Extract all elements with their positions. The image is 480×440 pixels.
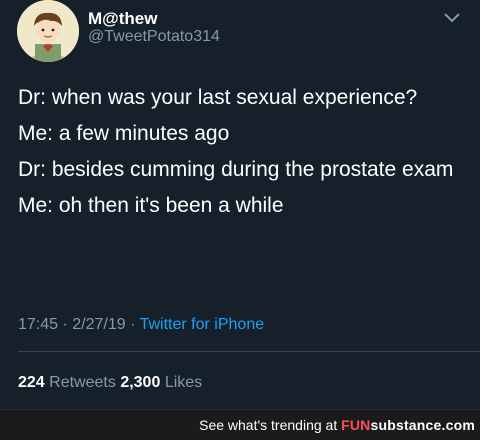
retweets-stat[interactable]: 224 Retweets bbox=[18, 374, 120, 391]
tweet-card: M@thew @TweetPotato314 Dr: when was your… bbox=[0, 0, 480, 410]
tweet-line: Me: oh then it's been a while bbox=[18, 194, 284, 217]
tweet-source-link[interactable]: Twitter for iPhone bbox=[140, 316, 265, 333]
watermark-label: See what's trending at bbox=[199, 417, 338, 433]
tweet-meta: 17:45 · 2/27/19 · Twitter for iPhone bbox=[18, 316, 264, 334]
user-handle[interactable]: @TweetPotato314 bbox=[88, 28, 220, 46]
tweet-time[interactable]: 17:45 bbox=[18, 316, 58, 333]
display-name[interactable]: M@thew bbox=[88, 9, 157, 29]
engagement-stats: 224 Retweets 2,300 Likes bbox=[18, 374, 202, 392]
likes-label: Likes bbox=[164, 374, 203, 391]
meta-separator: · bbox=[62, 316, 68, 333]
meta-separator: · bbox=[130, 316, 136, 333]
likes-stat[interactable]: 2,300 Likes bbox=[120, 374, 202, 391]
brand-rest: substance.com bbox=[370, 417, 475, 433]
avatar-image bbox=[17, 0, 79, 62]
retweets-label: Retweets bbox=[49, 374, 116, 391]
brand-logo: FUNsubstance.com bbox=[341, 417, 475, 433]
watermark-text[interactable]: See what's trending at FUNsubstance.com bbox=[199, 417, 475, 433]
tweet-line: Dr: besides cumming during the prostate … bbox=[18, 158, 454, 181]
divider bbox=[18, 351, 480, 352]
tweet-line: Me: a few minutes ago bbox=[18, 122, 230, 145]
avatar[interactable] bbox=[17, 0, 79, 62]
watermark-bar: See what's trending at FUNsubstance.com bbox=[0, 409, 480, 440]
tweet-text: Dr: when was your last sexual experience… bbox=[18, 84, 468, 228]
brand-fun: FUN bbox=[341, 417, 371, 433]
tweet-date[interactable]: 2/27/19 bbox=[72, 316, 125, 333]
retweets-count: 224 bbox=[18, 374, 45, 391]
likes-count: 2,300 bbox=[120, 374, 161, 391]
tweet-line: Dr: when was your last sexual experience… bbox=[18, 86, 418, 109]
chevron-down-icon[interactable] bbox=[443, 12, 461, 24]
